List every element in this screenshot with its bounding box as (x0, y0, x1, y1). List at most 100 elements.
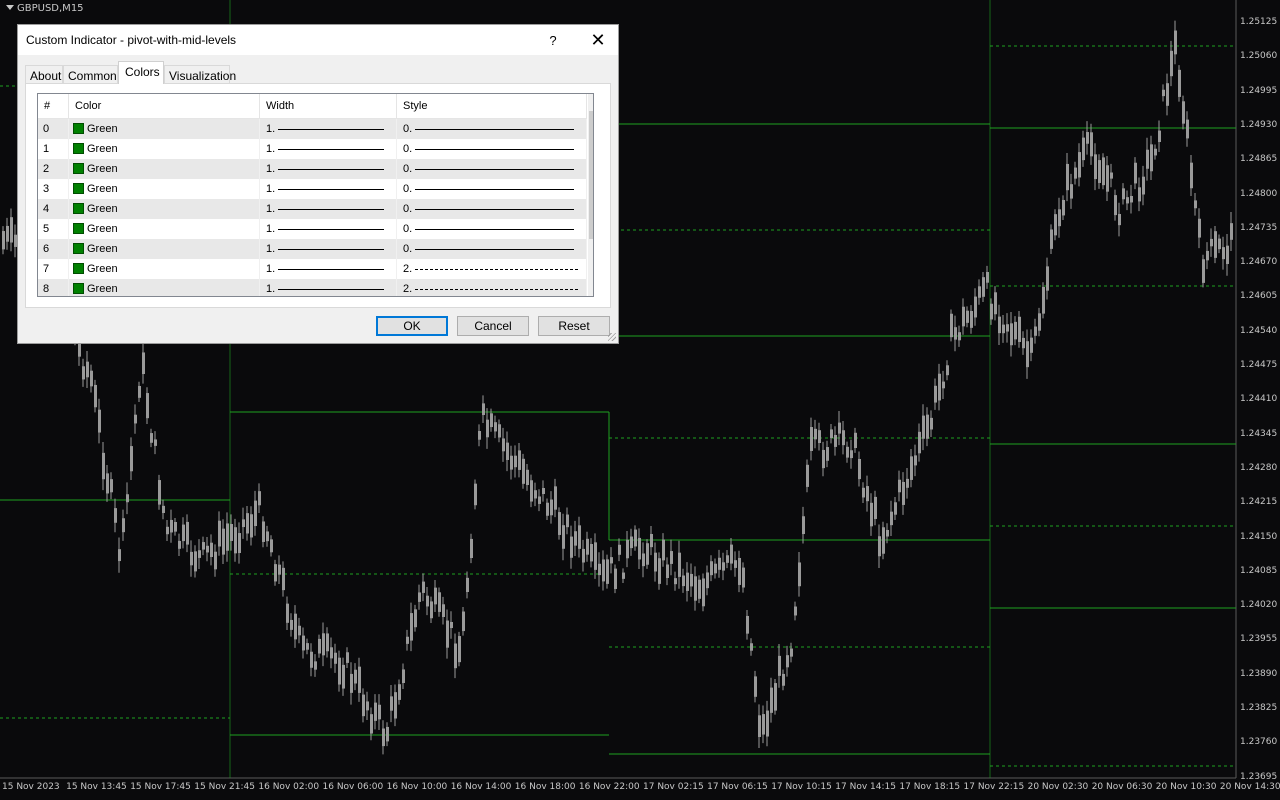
width-line-sample (278, 169, 384, 170)
row-width-cell[interactable]: 1. (260, 139, 397, 159)
grid-row-6[interactable]: 6 Green 1. 0. (38, 239, 587, 259)
candle-body (110, 479, 113, 493)
price-tick-label: 1.23760 (1240, 737, 1278, 748)
row-style-cell[interactable]: 0. (397, 179, 587, 199)
grid-row-3[interactable]: 3 Green 1. 0. (38, 179, 587, 199)
color-name: Green (87, 263, 118, 275)
row-width-cell[interactable]: 1. (260, 219, 397, 239)
grid-row-0[interactable]: 0 Green 1. 0. (38, 119, 587, 139)
style-line-sample (415, 249, 574, 250)
candle-body (1086, 132, 1089, 144)
candle-body (794, 606, 797, 616)
time-tick-label: 17 Nov 06:15 (707, 782, 768, 792)
candle-body (290, 619, 293, 630)
grid-row-4[interactable]: 4 Green 1. 0. (38, 199, 587, 219)
cancel-button[interactable]: Cancel (457, 316, 529, 336)
row-color-cell[interactable]: Green (69, 159, 260, 179)
style-line-sample (415, 289, 578, 290)
candle-body (598, 563, 601, 576)
tab-colors[interactable]: Colors (118, 61, 164, 84)
candle-body (338, 657, 341, 685)
color-name: Green (87, 203, 118, 215)
grid-row-7[interactable]: 7 Green 1. 2. (38, 259, 587, 279)
grid-row-1[interactable]: 1 Green 1. 0. (38, 139, 587, 159)
price-tick-label: 1.24280 (1240, 462, 1278, 473)
candle-body (782, 673, 785, 686)
row-style-cell[interactable]: 0. (397, 139, 587, 159)
row-color-cell[interactable]: Green (69, 219, 260, 239)
scroll-up-icon[interactable]: ▲ (588, 94, 593, 110)
row-color-cell[interactable]: Green (69, 139, 260, 159)
row-width-cell[interactable]: 1. (260, 159, 397, 179)
row-width-cell[interactable]: 1. (260, 199, 397, 219)
tab-about[interactable]: About (25, 65, 63, 83)
row-width-cell[interactable]: 1. (260, 179, 397, 199)
scroll-down-icon[interactable]: ▼ (588, 280, 593, 296)
width-value: 1. (266, 223, 276, 235)
row-color-cell[interactable]: Green (69, 179, 260, 199)
row-color-cell[interactable]: Green (69, 259, 260, 279)
tab-visualization[interactable]: Visualization (164, 65, 236, 83)
row-color-cell[interactable]: Green (69, 199, 260, 219)
row-color-cell[interactable]: Green (69, 119, 260, 139)
candle-body (406, 636, 409, 644)
candle-body (942, 381, 945, 389)
width-value: 1. (266, 163, 276, 175)
row-style-cell[interactable]: 2. (397, 259, 587, 279)
row-style-cell[interactable]: 0. (397, 219, 587, 239)
row-style-cell[interactable]: 0. (397, 199, 587, 219)
grid-scrollbar[interactable]: ▲ ▼ (588, 94, 593, 296)
color-name: Green (87, 123, 118, 135)
candle-body (642, 553, 645, 567)
style-value: 0. (403, 123, 413, 135)
grid-row-5[interactable]: 5 Green 1. 0. (38, 219, 587, 239)
row-color-cell[interactable]: Green (69, 239, 260, 259)
time-tick-label: 16 Nov 18:00 (514, 782, 576, 792)
row-width-cell[interactable]: 1. (260, 119, 397, 139)
column-header-width[interactable]: Width (260, 94, 397, 118)
candle-body (670, 551, 673, 564)
candle-body (1110, 172, 1113, 179)
grid-row-8[interactable]: 8 Green 1. 2. (38, 279, 587, 296)
candle-body (518, 450, 521, 470)
row-color-cell[interactable]: Green (69, 279, 260, 296)
reset-button[interactable]: Reset (538, 316, 610, 336)
candle-body (678, 552, 681, 577)
dialog-titlebar[interactable]: Custom Indicator - pivot-with-mid-levels… (18, 25, 618, 55)
candle-body (334, 652, 337, 664)
grid-row-2[interactable]: 2 Green 1. 0. (38, 159, 587, 179)
resize-grip-icon[interactable] (608, 333, 616, 341)
candle-body (214, 551, 217, 570)
row-style-cell[interactable]: 0. (397, 159, 587, 179)
candle-body (1042, 286, 1045, 314)
candle-body (762, 714, 765, 735)
column-header-color[interactable]: Color (69, 94, 260, 118)
row-width-cell[interactable]: 1. (260, 239, 397, 259)
close-button[interactable]: ✕ (582, 27, 614, 53)
candle-body (186, 521, 189, 545)
row-width-cell[interactable]: 1. (260, 279, 397, 296)
row-style-cell[interactable]: 0. (397, 119, 587, 139)
ok-button[interactable]: OK (376, 316, 448, 336)
price-tick-label: 1.23695 (1240, 771, 1278, 782)
candle-body (138, 385, 141, 398)
candle-body (6, 225, 9, 242)
price-axis[interactable]: 1.25125 1.25060 1.24995 1.24930 1.24865 1.248… (1236, 0, 1280, 782)
scroll-thumb[interactable] (589, 111, 593, 239)
tab-common[interactable]: Common (63, 65, 118, 83)
candle-body (514, 455, 517, 468)
candle-body (1010, 323, 1013, 346)
candle-body (866, 486, 869, 502)
symbol-menu-icon[interactable] (6, 5, 14, 10)
color-swatch (73, 263, 84, 274)
column-header-style[interactable]: Style (397, 94, 587, 118)
candle-body (1222, 247, 1225, 260)
column-header-index[interactable]: # (38, 94, 69, 118)
row-width-cell[interactable]: 1. (260, 259, 397, 279)
time-axis[interactable]: 15 Nov 2023 15 Nov 13:45 15 Nov 17:45 15 No… (0, 778, 1280, 800)
row-style-cell[interactable]: 0. (397, 239, 587, 259)
candle-body (526, 469, 529, 486)
help-button[interactable]: ? (538, 29, 568, 51)
row-style-cell[interactable]: 2. (397, 279, 587, 296)
color-name: Green (87, 223, 118, 235)
